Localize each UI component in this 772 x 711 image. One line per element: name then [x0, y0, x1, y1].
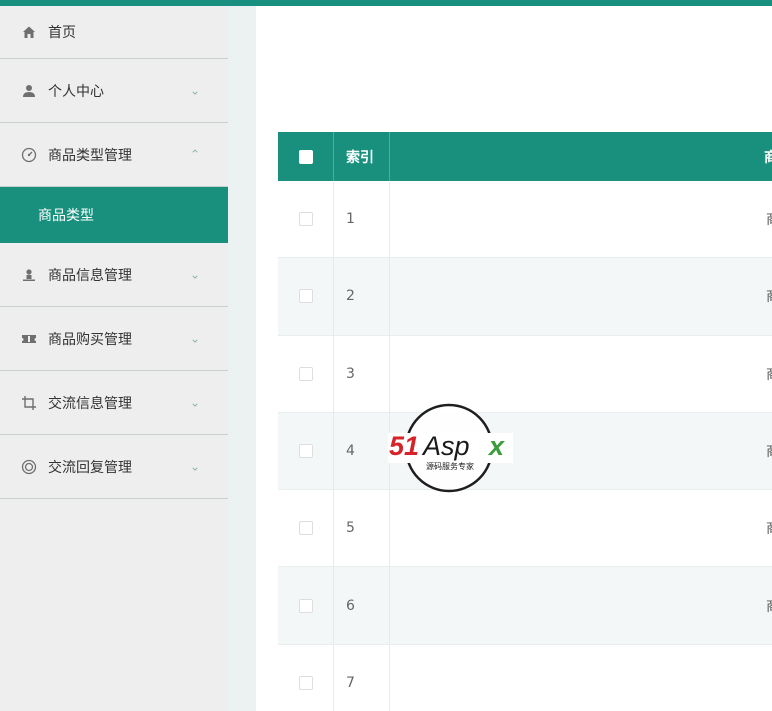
row-index: 1 — [334, 181, 390, 258]
sidebar-item-label: 商品类型管理 — [48, 147, 132, 164]
sidebar-item-label: 首页 — [48, 25, 76, 41]
sidebar-item-product-info-management[interactable]: 商品信息管理 ⌄ — [0, 243, 228, 307]
sidebar: 首页 个人中心 ⌄ 商品类型管理 ⌃ 商品类型 商品信息管理 ⌄ 商品购买管理 … — [0, 6, 228, 711]
sidebar-item-label: 交流信息管理 — [48, 395, 132, 412]
sidebar-item-home[interactable]: 首页 — [0, 6, 228, 59]
row-checkbox[interactable] — [298, 366, 313, 381]
svg-text:Asp: Asp — [421, 431, 470, 461]
chevron-down-icon: ⌄ — [190, 458, 201, 473]
row-index: 7 — [334, 644, 390, 711]
watermark-tagline: 源码服务专家 — [426, 461, 474, 471]
sidebar-item-label: 商品信息管理 — [48, 267, 132, 284]
row-checkbox[interactable] — [298, 444, 313, 459]
chevron-down-icon: ⌄ — [190, 82, 201, 97]
sidebar-item-personal-center[interactable]: 个人中心 ⌄ — [0, 59, 228, 123]
table-header: 索引 商 — [278, 132, 772, 181]
submenu-item-label: 商品类型 — [38, 208, 94, 224]
row-index: 6 — [334, 567, 390, 644]
gauge-icon — [20, 146, 38, 164]
table-row[interactable]: 3 商 — [278, 335, 772, 413]
row-index: 5 — [334, 490, 390, 567]
sidebar-item-purchase-management[interactable]: 商品购买管理 ⌄ — [0, 307, 228, 371]
user-icon — [20, 82, 38, 100]
sidebar-item-label: 商品购买管理 — [48, 331, 132, 348]
table-row[interactable]: 2 商 — [278, 258, 772, 336]
sidebar-item-reply-management[interactable]: 交流回复管理 ⌄ — [0, 435, 228, 499]
row-name: 商 — [766, 286, 772, 306]
watermark-logo: 51 Asp x 源码服务专家 — [388, 403, 513, 493]
row-index: 2 — [334, 258, 390, 335]
select-all-checkbox[interactable] — [298, 149, 313, 164]
submenu-item-product-type[interactable]: 商品类型 — [0, 187, 228, 243]
table-row[interactable]: 5 商 — [278, 490, 772, 568]
select-all-cell — [278, 132, 334, 181]
row-checkbox[interactable] — [298, 212, 313, 227]
target-icon — [20, 458, 38, 476]
row-checkbox[interactable] — [298, 675, 313, 690]
sidebar-item-label: 个人中心 — [48, 83, 104, 100]
row-name: 商 — [766, 209, 772, 229]
sidebar-item-label: 交流回复管理 — [48, 459, 132, 476]
row-name: 商 — [766, 441, 772, 461]
sidebar-item-communication-management[interactable]: 交流信息管理 ⌄ — [0, 371, 228, 435]
svg-text:x: x — [487, 431, 505, 461]
row-index: 3 — [334, 335, 390, 412]
column-header-index: 索引 — [334, 132, 390, 181]
table-row[interactable]: 4 商 — [278, 412, 772, 491]
row-index: 4 — [334, 412, 390, 490]
chevron-up-icon: ⌃ — [190, 146, 201, 161]
row-name: 商 — [766, 364, 772, 384]
row-name: 商 — [766, 518, 772, 538]
table-body: 1 商 2 商 3 商 4 商 5 商 6 商 7 — [278, 181, 772, 711]
row-checkbox[interactable] — [298, 598, 313, 613]
chevron-down-icon: ⌄ — [190, 330, 201, 345]
row-checkbox[interactable] — [298, 521, 313, 536]
column-header-name: 商 — [764, 149, 772, 166]
table-row[interactable]: 1 商 — [278, 181, 772, 259]
table-row[interactable]: 7 — [278, 644, 772, 711]
ticket-icon — [20, 330, 38, 348]
chevron-down-icon: ⌄ — [190, 394, 201, 409]
home-icon — [20, 23, 38, 41]
sidebar-item-product-type-management[interactable]: 商品类型管理 ⌃ — [0, 123, 228, 187]
watermark-brand: 51 — [389, 431, 419, 461]
data-table: 索引 商 1 商 2 商 3 商 4 商 5 商 — [278, 132, 772, 711]
person-stand-icon — [20, 266, 38, 284]
row-checkbox[interactable] — [298, 289, 313, 304]
table-row[interactable]: 6 商 — [278, 567, 772, 645]
crop-icon — [20, 394, 38, 412]
row-name: 商 — [766, 596, 772, 616]
chevron-down-icon: ⌄ — [190, 266, 201, 281]
